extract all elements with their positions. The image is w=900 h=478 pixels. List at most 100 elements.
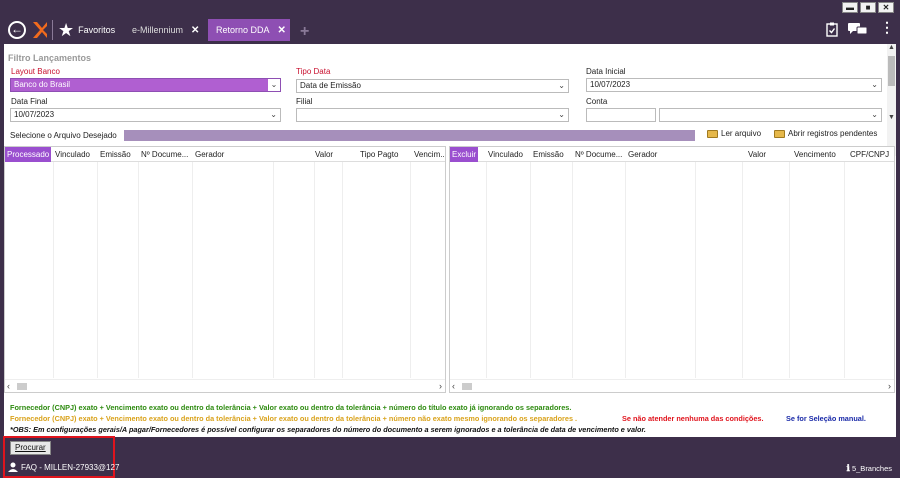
- chat-icon[interactable]: [848, 22, 868, 36]
- scroll-thumb[interactable]: [888, 56, 895, 86]
- minimize-button[interactable]: ▬: [842, 2, 858, 13]
- data-final-value: 10/07/2023: [14, 110, 55, 119]
- conta-select[interactable]: ⌄: [659, 108, 882, 122]
- file-select-label: Selecione o Arquivo Desejado: [10, 131, 117, 140]
- tipo-data-label: Tipo Data: [296, 67, 331, 76]
- chevron-down-icon: ⌄: [871, 110, 878, 119]
- scroll-left-icon[interactable]: ‹: [452, 380, 455, 392]
- scroll-thumb[interactable]: [462, 383, 472, 390]
- branches-info[interactable]: ℹ 5_Branches: [846, 463, 892, 474]
- filial-select[interactable]: ⌄: [296, 108, 569, 122]
- filter-title: Filtro Lançamentos: [8, 53, 92, 63]
- top-bar: ▬ ■ ✕ ← ★ Favoritos e-Millennium ✕ Retorn…: [0, 0, 900, 44]
- chevron-down-icon: ⌄: [268, 79, 280, 91]
- column-divider: [789, 162, 790, 378]
- column-divider: [530, 162, 531, 378]
- close-window-button[interactable]: ✕: [878, 2, 894, 13]
- column-cpf-cnpj[interactable]: CPF/CNPJ: [850, 147, 889, 162]
- column-divider: [486, 162, 487, 378]
- right-grid-hscroll[interactable]: ‹ ›: [450, 379, 894, 392]
- column-processado[interactable]: Processado: [5, 147, 52, 162]
- tab-e-millennium[interactable]: e-Millennium ✕: [124, 19, 204, 41]
- column-tipo-pagto[interactable]: Tipo Pagto: [360, 147, 398, 162]
- folder-icon: [707, 129, 718, 138]
- clipboard-icon[interactable]: [826, 22, 838, 37]
- tab-label: Retorno DDA: [216, 25, 270, 35]
- star-icon: ★: [58, 20, 75, 40]
- column-vencimento[interactable]: Vencimento: [794, 147, 836, 162]
- left-grid-header: Processado Vinculado Emissão Nº Docume..…: [5, 147, 445, 162]
- column-divider: [192, 162, 193, 378]
- right-grid-header: Excluir Vinculado Emissão Nº Docume... G…: [450, 147, 894, 162]
- column-emissao[interactable]: Emissão: [100, 147, 131, 162]
- open-pending-label: Abrir registros pendentes: [788, 129, 878, 138]
- column-gerador[interactable]: Gerador: [195, 147, 224, 162]
- tab-retorno-dda[interactable]: Retorno DDA ✕: [208, 19, 290, 41]
- layout-banco-select[interactable]: Banco do Brasil ⌄: [10, 78, 281, 92]
- left-grid-hscroll[interactable]: ‹ ›: [5, 379, 445, 392]
- scroll-thumb[interactable]: [17, 383, 27, 390]
- column-vinculado[interactable]: Vinculado: [55, 147, 90, 162]
- column-divider: [273, 162, 274, 378]
- column-divider: [625, 162, 626, 378]
- data-final-label: Data Final: [11, 97, 48, 106]
- divider: [52, 20, 53, 40]
- chevron-down-icon: ⌄: [270, 110, 277, 119]
- read-file-label: Ler arquivo: [721, 129, 762, 138]
- column-excluir[interactable]: Excluir: [450, 147, 479, 162]
- chevron-down-icon: ⌄: [558, 81, 565, 90]
- scroll-left-icon[interactable]: ‹: [7, 380, 10, 392]
- back-arrow-icon[interactable]: ←: [8, 21, 26, 39]
- data-final-field[interactable]: 10/07/2023 ⌄: [10, 108, 281, 122]
- folder-open-icon: [774, 129, 785, 138]
- open-pending-button[interactable]: Abrir registros pendentes: [774, 129, 877, 138]
- column-num-documento[interactable]: Nº Docume...: [575, 147, 622, 162]
- layout-banco-value: Banco do Brasil: [14, 80, 71, 89]
- close-icon[interactable]: ✕: [191, 25, 199, 36]
- column-vencimento[interactable]: Vencim...: [414, 147, 445, 162]
- branches-label: 5_Branches: [851, 464, 892, 473]
- conta-label: Conta: [586, 97, 608, 106]
- favorites-button[interactable]: ★ Favoritos: [58, 21, 115, 39]
- column-divider: [97, 162, 98, 378]
- data-inicial-label: Data Inicial: [586, 67, 626, 76]
- favorites-label: Favoritos: [78, 25, 116, 35]
- main-panel: Filtro Lançamentos Layout Banco Banco do…: [4, 44, 896, 437]
- app-logo-icon: [33, 22, 47, 38]
- chevron-down-icon: ⌄: [558, 110, 565, 119]
- column-divider: [695, 162, 696, 378]
- scroll-down-icon[interactable]: ▼: [887, 114, 896, 121]
- right-grid: Excluir Vinculado Emissão Nº Docume... G…: [449, 146, 895, 393]
- info-icon: ℹ: [846, 463, 850, 473]
- column-divider: [572, 162, 573, 378]
- file-path-bar[interactable]: [124, 130, 695, 141]
- tipo-data-select[interactable]: Data de Emissão ⌄: [296, 79, 569, 93]
- data-inicial-field[interactable]: 10/07/2023 ⌄: [586, 78, 882, 92]
- chevron-down-icon: ⌄: [871, 80, 878, 89]
- column-vinculado[interactable]: Vinculado: [488, 147, 523, 162]
- conta-code-field[interactable]: [586, 108, 656, 122]
- window-controls: ▬ ■ ✕: [842, 2, 894, 13]
- read-file-button[interactable]: Ler arquivo: [707, 129, 761, 138]
- layout-banco-label: Layout Banco: [11, 67, 60, 76]
- column-divider: [410, 162, 411, 378]
- column-valor[interactable]: Valor: [748, 147, 766, 162]
- column-emissao[interactable]: Emissão: [533, 147, 564, 162]
- scroll-up-icon[interactable]: ▲: [887, 44, 896, 51]
- column-gerador[interactable]: Gerador: [628, 147, 657, 162]
- legend-green: Fornecedor (CNPJ) exato + Vencimento exa…: [10, 403, 572, 412]
- legend-red: Se não atender nenhuma das condições.: [622, 414, 764, 423]
- legend-yellow: Fornecedor (CNPJ) exato + Vencimento exa…: [10, 414, 578, 423]
- add-tab-button[interactable]: +: [300, 23, 309, 41]
- more-options-icon[interactable]: ⋮: [880, 19, 894, 36]
- column-divider: [844, 162, 845, 378]
- close-icon[interactable]: ✕: [278, 25, 286, 36]
- scroll-right-icon[interactable]: ›: [439, 380, 442, 392]
- legend-obs: *OBS: Em configurações gerais/A pagar/Fo…: [10, 425, 646, 434]
- scroll-right-icon[interactable]: ›: [888, 380, 891, 392]
- column-valor[interactable]: Valor: [315, 147, 333, 162]
- user-label: FAQ - MILLEN-27933@127: [21, 462, 120, 472]
- maximize-button[interactable]: ■: [860, 2, 876, 13]
- form-scrollbar[interactable]: ▲ ▼: [887, 44, 896, 156]
- column-num-documento[interactable]: Nº Docume...: [141, 147, 188, 162]
